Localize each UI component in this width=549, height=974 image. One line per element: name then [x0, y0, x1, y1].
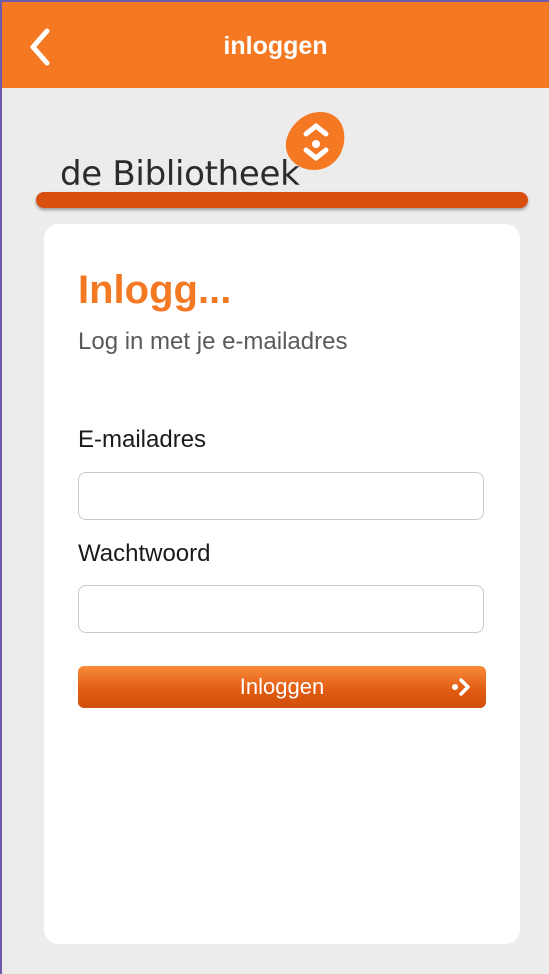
- page-title: inloggen: [223, 32, 328, 60]
- logo-text: de Bibliotheek: [60, 154, 300, 194]
- password-field[interactable]: [78, 585, 484, 633]
- logo-underline-bar: [36, 192, 528, 208]
- arrow-right-icon: [452, 678, 470, 696]
- card-subtitle: Log in met je e-mailadres: [78, 328, 348, 355]
- brand-logo: de Bibliotheek: [36, 110, 531, 212]
- bibliotheek-logo-icon: [285, 112, 345, 170]
- login-card: Inlogg... Log in met je e-mailadres E-ma…: [44, 224, 520, 944]
- window-border-left: [0, 0, 2, 974]
- email-field[interactable]: [78, 472, 484, 520]
- card-title: Inlogg...: [78, 268, 232, 312]
- email-label: E-mailadres: [78, 426, 207, 453]
- login-button[interactable]: Inloggen: [78, 666, 486, 708]
- login-button-label: Inloggen: [239, 674, 325, 699]
- nav-header: inloggen: [2, 2, 549, 88]
- password-label: Wachtwoord: [78, 540, 211, 567]
